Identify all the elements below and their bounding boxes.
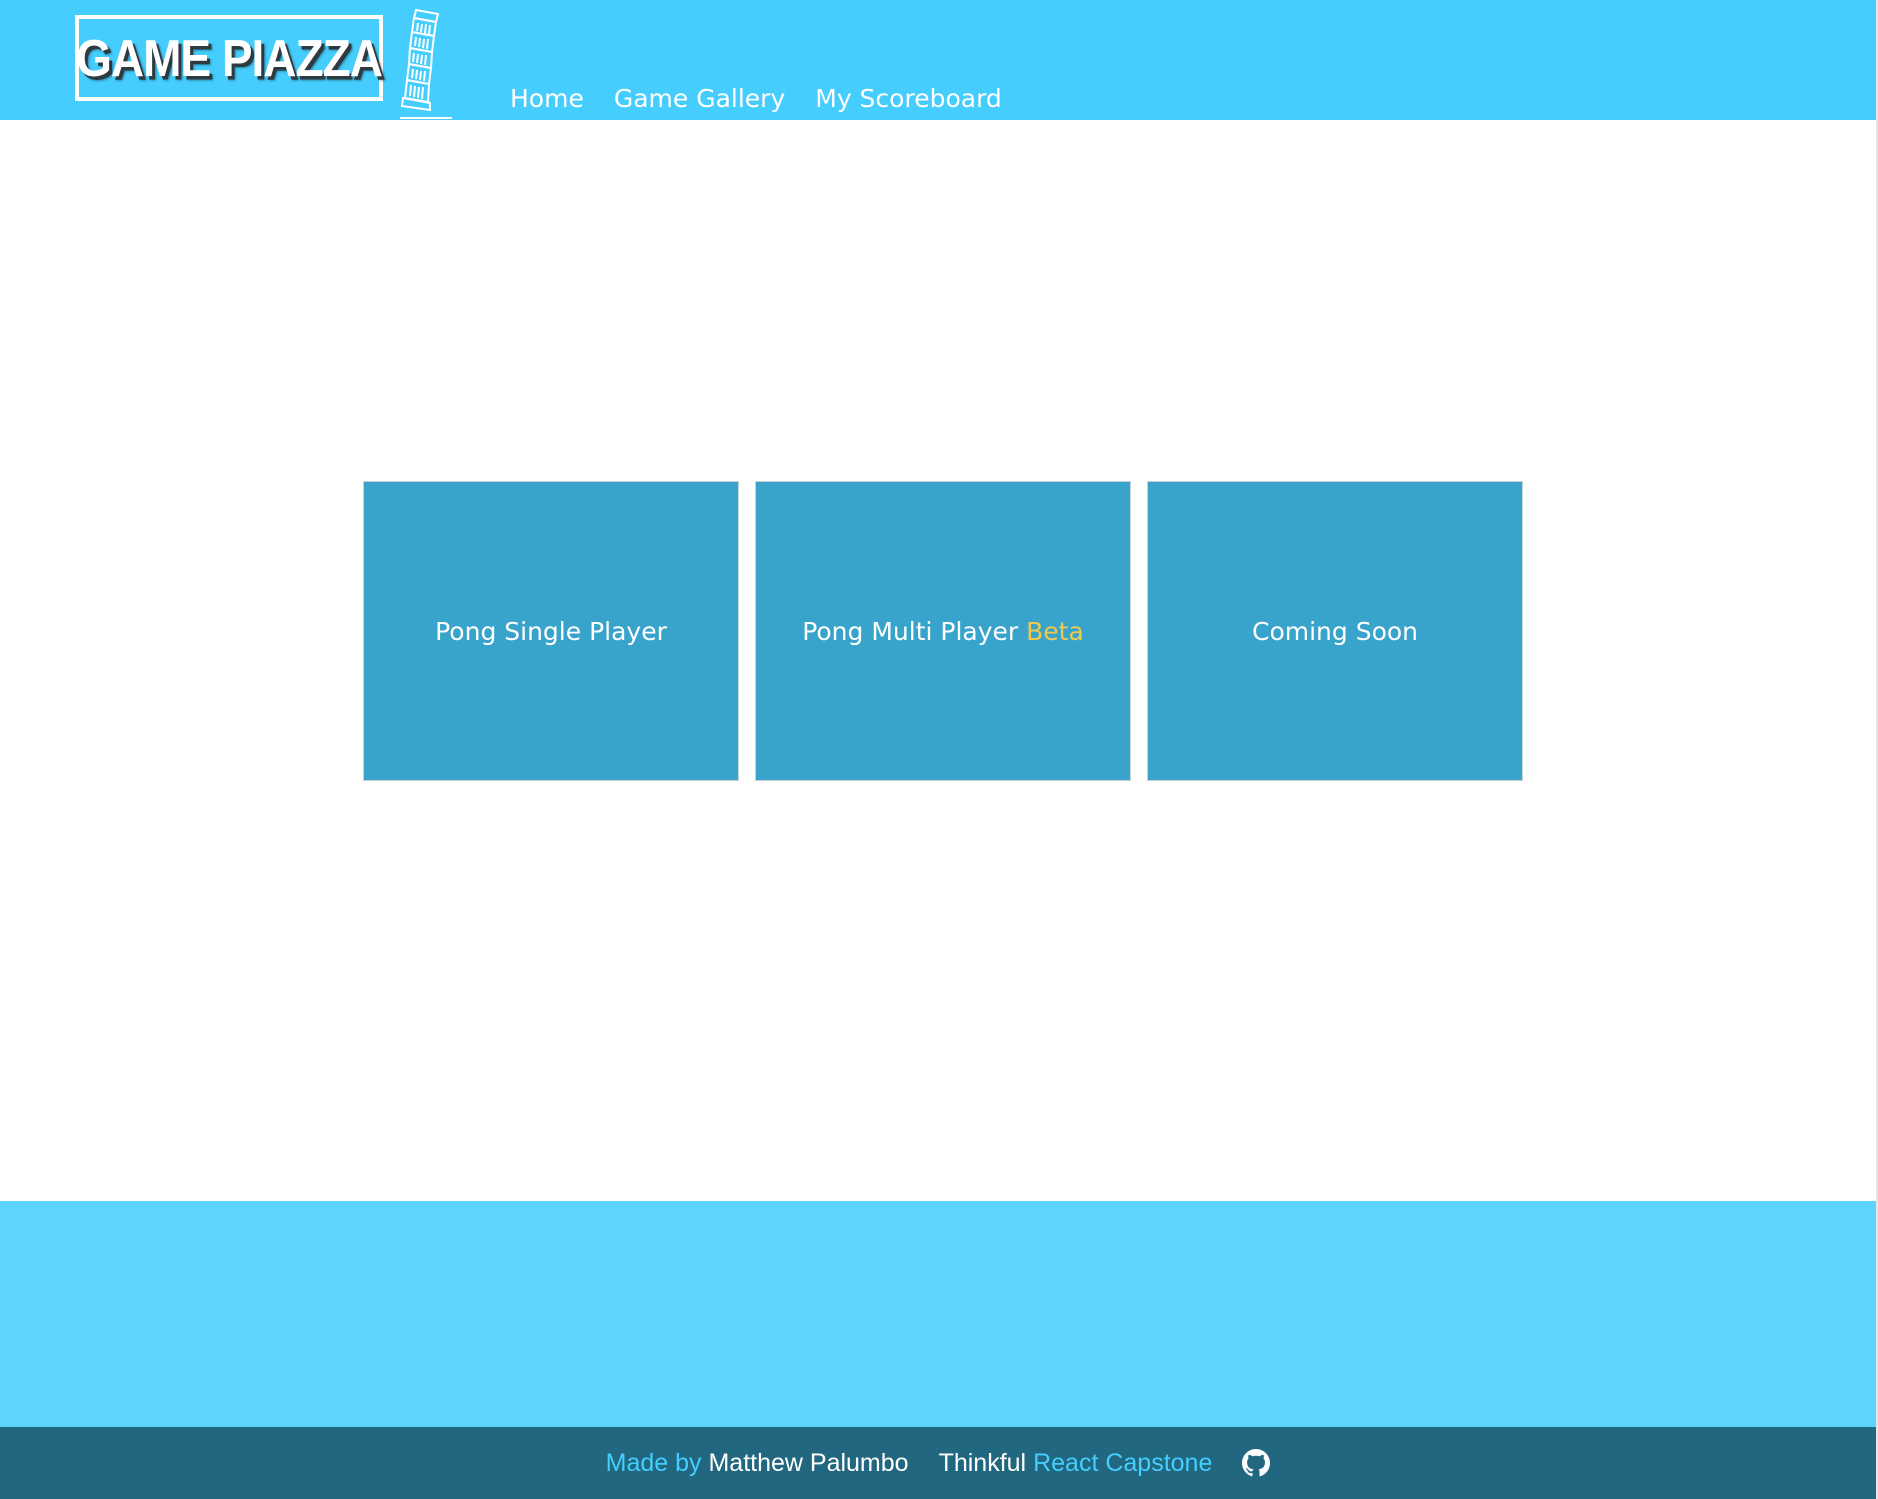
game-cards: Pong Single Player Pong Multi Player Bet… [363,481,1523,781]
github-icon[interactable] [1242,1449,1271,1477]
logo-text: GAME PIAZZA [76,28,383,88]
game-card-title: Coming Soon [1251,616,1418,646]
nav-home-link[interactable]: Home [510,86,584,111]
site-footer: Made by Matthew Palumbo Thinkful React C… [0,1427,1876,1499]
footer-credits: Made by Matthew Palumbo Thinkful React C… [0,1427,1876,1499]
game-card-pong-multi-player[interactable]: Pong Multi Player Beta [755,481,1131,781]
nav-my-scoreboard-link[interactable]: My Scoreboard [815,86,1002,111]
game-card-title: Pong Multi Player Beta [802,617,1084,646]
footer-banner [0,1201,1876,1427]
game-card-title-text: Pong Multi Player [802,616,1019,646]
main-nav: Home Game Gallery My Scoreboard [510,86,1002,111]
game-card-pong-single-player[interactable]: Pong Single Player [363,481,739,781]
site-logo[interactable]: GAME PIAZZA [75,15,383,101]
project-name: React Capstone [1033,1448,1213,1477]
site-header: GAME PIAZZA Home Game Gallery My Scorebo… [0,0,1876,120]
game-card-title: Pong Single Player [435,616,667,646]
author-name: Matthew Palumbo [708,1448,909,1477]
leaning-tower-icon [400,8,452,119]
made-by-label: Made by [605,1448,702,1477]
nav-game-gallery-link[interactable]: Game Gallery [614,86,785,111]
beta-badge: Beta [1026,616,1084,646]
school-name: Thinkful [938,1448,1027,1477]
game-card-coming-soon[interactable]: Coming Soon [1147,481,1523,781]
